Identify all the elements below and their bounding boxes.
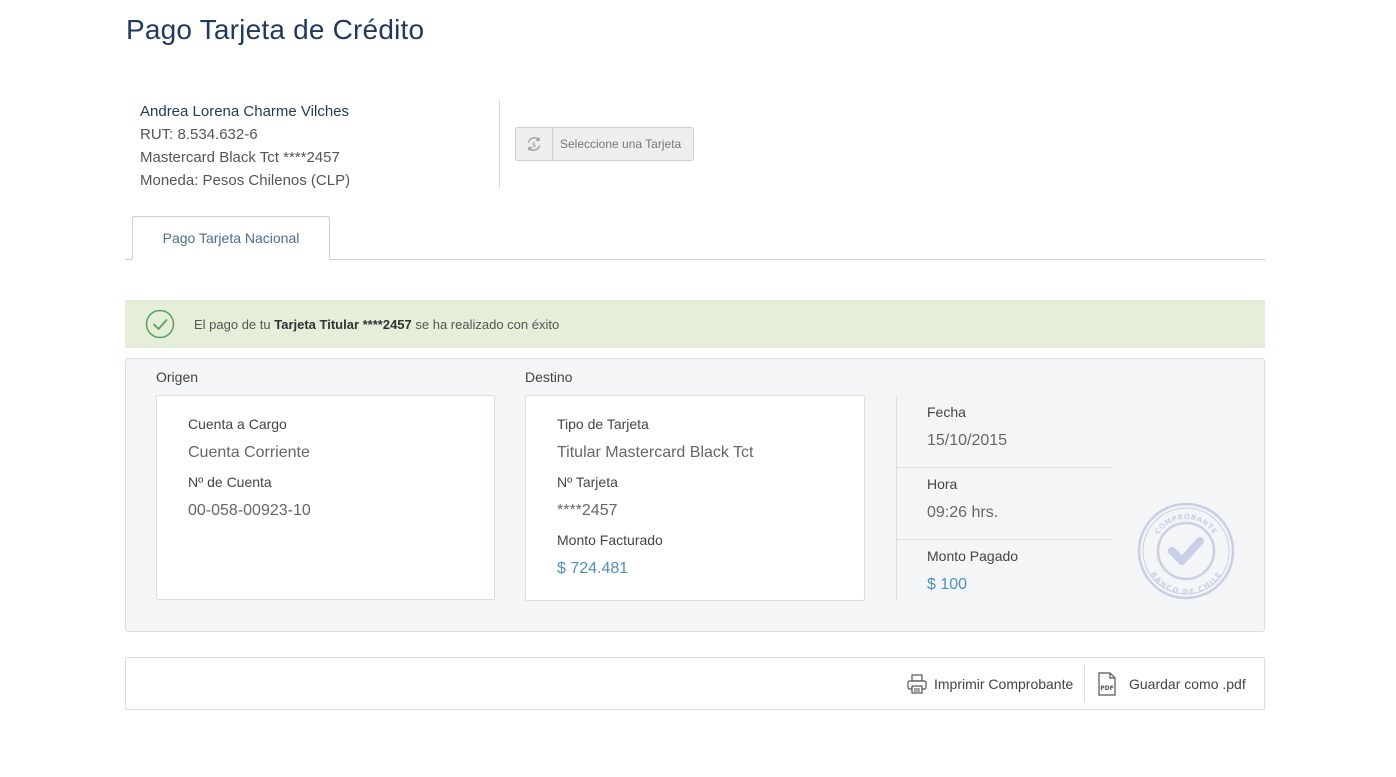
destination-title: Destino	[525, 369, 573, 385]
select-card-button[interactable]: $ Seleccione una Tarjeta	[515, 127, 694, 161]
check-circle-icon	[145, 309, 175, 339]
save-pdf-button[interactable]: PDF Guardar como .pdf	[1084, 665, 1246, 702]
origin-account-value: Cuenta Corriente	[188, 444, 310, 461]
client-rut: RUT: 8.534.632-6	[140, 126, 258, 143]
print-receipt-label: Imprimir Comprobante	[934, 675, 1074, 692]
origin-number-label: Nº de Cuenta	[188, 474, 272, 490]
receipt-panel: Origen Cuenta a Cargo Cuenta Corriente N…	[125, 358, 1265, 632]
client-name: Andrea Lorena Charme Vilches	[140, 103, 350, 120]
destination-billed-label: Monto Facturado	[557, 532, 663, 548]
date-label: Fecha	[927, 404, 966, 420]
origin-account-label: Cuenta a Cargo	[188, 416, 287, 432]
stamp-top-text: COMPROBANTE	[1153, 513, 1218, 536]
time-value: 09:26 hrs.	[927, 504, 999, 521]
select-card-label: Seleccione una Tarjeta	[560, 137, 682, 151]
client-card: Mastercard Black Tct ****2457	[140, 149, 340, 166]
pdf-file-icon: PDF	[1098, 671, 1116, 696]
success-message-card: Tarjeta Titular ****2457	[274, 316, 412, 332]
destination-type-value: Titular Mastercard Black Tct	[557, 444, 754, 461]
client-info: Andrea Lorena Charme Vilches RUT: 8.534.…	[140, 100, 500, 189]
refresh-dollar-icon: $	[516, 128, 553, 160]
destination-type-label: Tipo de Tarjeta	[557, 416, 649, 432]
client-currency: Moneda: Pesos Chilenos (CLP)	[140, 172, 351, 189]
origin-number-value: 00-058-00923-10	[188, 502, 311, 519]
paid-label: Monto Pagado	[927, 548, 1019, 564]
printer-icon	[907, 673, 927, 694]
svg-text:$: $	[532, 141, 536, 149]
destination-billed-value: $ 724.481	[557, 560, 629, 577]
success-message: El pago de tu Tarjeta Titular ****2457 s…	[194, 317, 559, 332]
svg-text:BANCO DE CHILE: BANCO DE CHILE	[1149, 571, 1223, 596]
actions-bar: Imprimir Comprobante PDF Guardar como .p…	[125, 657, 1265, 710]
date-value: 15/10/2015	[927, 432, 1008, 449]
svg-text:COMPROBANTE: COMPROBANTE	[1153, 513, 1218, 536]
payment-details: Fecha 15/10/2015 Hora 09:26 hrs. Monto P…	[896, 396, 1112, 600]
approved-stamp-icon: COMPROBANTE BANCO DE CHILE	[1137, 502, 1235, 600]
print-receipt-button[interactable]: Imprimir Comprobante	[906, 658, 1073, 709]
destination-card: Tipo de Tarjeta Titular Mastercard Black…	[525, 395, 865, 601]
paid-value: $ 100	[927, 576, 968, 593]
paid-row: Monto Pagado $ 100	[897, 540, 1112, 612]
stamp-bottom-text: BANCO DE CHILE	[1149, 571, 1222, 596]
destination-card-label: Nº Tarjeta	[557, 474, 618, 490]
save-pdf-label: Guardar como .pdf	[1129, 675, 1246, 692]
time-label: Hora	[927, 476, 958, 492]
time-row: Hora 09:26 hrs.	[897, 468, 1112, 540]
tab-pago-tarjeta-nacional[interactable]: Pago Tarjeta Nacional	[132, 216, 330, 260]
success-message-suffix: se ha realizado con éxito	[411, 316, 560, 332]
success-alert: El pago de tu Tarjeta Titular ****2457 s…	[125, 300, 1265, 348]
page-title: Pago Tarjeta de Crédito	[126, 14, 425, 45]
date-row: Fecha 15/10/2015	[897, 396, 1112, 468]
success-message-prefix: El pago de tu	[194, 316, 275, 332]
destination-card-value: ****2457	[557, 502, 618, 519]
origin-card: Cuenta a Cargo Cuenta Corriente Nº de Cu…	[156, 395, 495, 600]
pdf-icon-text: PDF	[1100, 685, 1113, 692]
origin-title: Origen	[156, 369, 199, 385]
